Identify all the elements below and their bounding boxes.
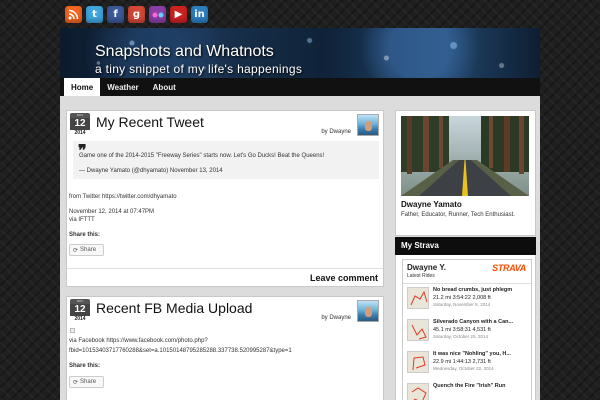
ride-stats: 22.9 mi 1:44:13 2,731 ft [433,359,491,365]
divider [403,283,531,284]
profile-widget: Dwayne Yamato Father, Educator, Runner, … [395,110,536,236]
post-byline: by Dwayne [321,315,351,321]
nav-home[interactable]: Home [64,78,101,96]
divider [67,268,383,269]
ride-title: It was nice "Nohling" you, H... [433,351,511,357]
share-icon: ⟳ [73,247,79,254]
ride-stats: 21.2 mi 3:54:22 2,008 ft [433,295,491,301]
post-card: NOV 12 2014 My Recent Tweet by Dwayne ❞ … [66,110,384,287]
post-body-line: from Twitter https://twitter.com/dhyamat… [69,194,177,200]
profile-bio: Father, Educator, Runner, Tech Enthusias… [401,212,515,218]
share-label: Share this: [69,232,101,238]
facebook-icon[interactable]: f [107,6,124,23]
nav-weather[interactable]: Weather [100,78,145,96]
tweet-author[interactable]: — Dwayne Yamato (@dhyamato) November 13,… [79,168,223,174]
main-nav: Home Weather About [60,78,540,96]
ride-title: Quench the Fire "Irish" Run [433,383,506,389]
post-card: NOV 12 2014 Recent FB Media Upload by Dw… [66,296,384,400]
date-year: 2014 [74,316,86,322]
post-body-line: November 12, 2014 at 07:47PM [69,209,155,215]
google-plus-icon[interactable]: g [128,6,145,23]
date-badge: NOV 12 2014 [70,113,90,139]
share-label: Share this: [69,363,101,369]
linkedin-icon[interactable]: in [191,6,208,23]
widget-heading: My Strava [395,237,536,255]
twitter-icon[interactable]: t [86,6,103,23]
post-title[interactable]: Recent FB Media Upload [96,300,252,316]
avatar [357,114,379,136]
leave-comment-link[interactable]: Leave comment [310,273,378,283]
image-placeholder-icon [70,328,75,333]
strava-latest-label: Latest Rides [407,273,435,279]
share-button[interactable]: ⟳ Share [69,244,104,256]
flickr-icon[interactable] [149,6,166,23]
date-year: 2014 [74,130,86,136]
profile-name: Dwayne Yamato [401,200,462,209]
ride-map-thumbnail [407,383,429,400]
ride-map-thumbnail [407,287,429,309]
post-body-line[interactable]: via Facebook https://www.facebook.com/ph… [69,337,208,345]
ride-map-thumbnail [407,319,429,341]
site-title[interactable]: Snapshots and Whatnots [95,43,274,61]
ride-map-thumbnail [407,351,429,373]
ride-item[interactable]: It was nice "Nohling" you, H... 22.9 mi … [407,351,531,379]
date-badge: NOV 12 2014 [70,299,90,325]
ride-date: Saturday, November 8, 2014 [433,302,491,307]
ride-title: Silverado Canyon with a Can... [433,319,514,325]
ride-item[interactable]: Quench the Fire "Irish" Run [407,383,531,400]
share-button[interactable]: ⟳ Share [69,376,104,388]
ride-date: Saturday, October 25, 2014 [433,334,488,339]
strava-logo[interactable]: STRAVA [492,263,526,273]
ride-item[interactable]: No bread crumbs, just phlegm 21.2 mi 3:5… [407,287,531,315]
youtube-icon[interactable]: ▶ [170,6,187,23]
post-body-line: via IFTTT [69,217,95,223]
ride-item[interactable]: Silverado Canyon with a Can... 45.1 mi 3… [407,319,531,347]
header-banner: Snapshots and Whatnots a tiny snippet of… [60,28,540,78]
nav-about[interactable]: About [146,78,183,96]
share-button-label: Share [80,247,97,253]
rss-icon[interactable] [65,6,82,23]
post-title[interactable]: My Recent Tweet [96,114,204,130]
post-byline: by Dwayne [321,129,351,135]
post-body-line[interactable]: fbid=10153403717760288&set=a.10150148795… [69,347,292,355]
date-day: 12 [70,118,90,130]
ride-title: No bread crumbs, just phlegm [433,287,513,293]
strava-athlete-name[interactable]: Dwayne Y. [407,263,446,272]
tweet-text: Game one of the 2014-2015 "Freeway Serie… [79,153,325,159]
ride-stats: 45.1 mi 3:58:31 4,531 ft [433,327,491,333]
avatar [357,300,379,322]
profile-photo [401,116,529,196]
share-button-label: Share [80,379,97,385]
strava-widget: My Strava Dwayne Y. Latest Rides STRAVA … [395,237,536,400]
date-day: 12 [70,304,90,316]
site-tagline: a tiny snippet of my life's happenings [95,62,303,76]
social-bar: t f g ▶ in [65,6,208,24]
content-area: NOV 12 2014 My Recent Tweet by Dwayne ❞ … [60,96,540,400]
embedded-tweet: ❞ Game one of the 2014-2015 "Freeway Ser… [73,141,379,179]
strava-embed: Dwayne Y. Latest Rides STRAVA No bread c… [402,259,532,400]
share-icon: ⟳ [73,379,79,386]
page: t f g ▶ in Snapshots and Whatnots a tiny… [60,0,540,400]
ride-date: Wednesday, October 22, 2014 [433,366,494,371]
